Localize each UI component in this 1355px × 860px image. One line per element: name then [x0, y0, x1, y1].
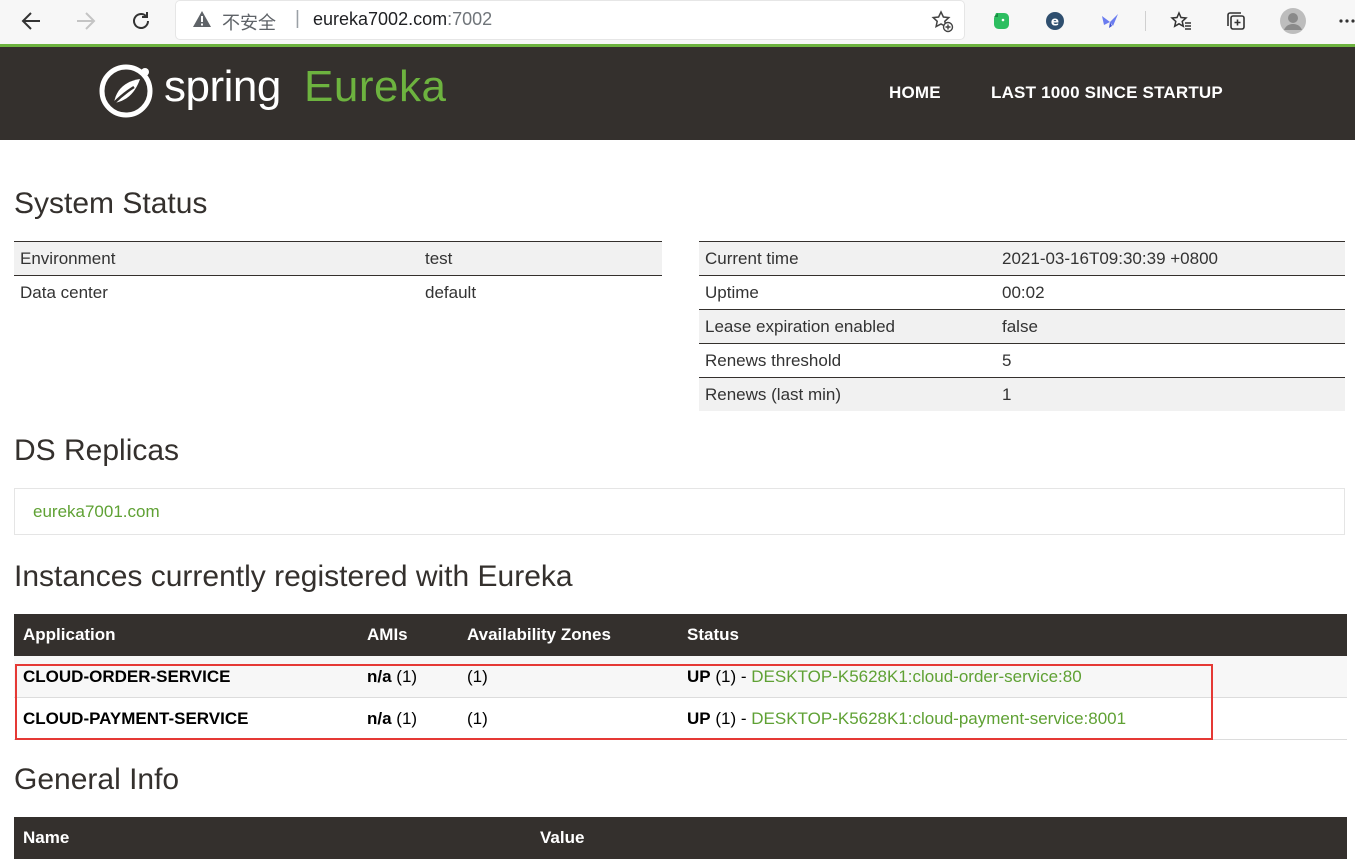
system-status-right-table: Current time 2021-03-16T09:30:39 +0800 U… [699, 241, 1345, 411]
extension-bird-icon[interactable] [1096, 7, 1124, 35]
back-arrow-icon[interactable] [16, 6, 46, 36]
column-header-amis: AMIs [358, 614, 458, 656]
status-value: test [419, 241, 662, 276]
nav-last1000-link[interactable]: LAST 1000 SINCE STARTUP [991, 83, 1223, 103]
status-value: 5 [996, 343, 1345, 378]
column-header-application: Application [14, 614, 358, 656]
general-info-header-row: Name Value [14, 817, 1347, 859]
replica-link[interactable]: eureka7001.com [33, 502, 160, 522]
logo-eureka-text[interactable]: Eureka [304, 62, 446, 112]
column-header-value: Value [531, 817, 1347, 859]
column-header-name: Name [14, 817, 531, 859]
general-info-table: Name Value [14, 817, 1347, 859]
url-host: eureka7002.com [313, 9, 448, 29]
url-port: :7002 [447, 9, 493, 29]
column-header-status: Status [678, 614, 1347, 656]
url-separator: | [295, 8, 300, 29]
instances-header-row: Application AMIs Availability Zones Stat… [14, 614, 1347, 656]
annotation-highlight-box [15, 664, 1213, 740]
nav-home-link[interactable]: HOME [889, 83, 941, 103]
status-row-environment: Environment test [14, 241, 662, 276]
eureka-navbar: spring Eureka HOME LAST 1000 SINCE START… [0, 47, 1355, 140]
spring-leaf-logo-icon[interactable] [98, 63, 154, 124]
address-bar[interactable]: 不安全 | eureka7002.com:7002 [176, 1, 964, 39]
status-key: Renews threshold [699, 343, 996, 378]
status-row-renews-last-min: Renews (last min) 1 [699, 377, 1345, 411]
general-info-heading: General Info [14, 763, 180, 796]
ds-replicas-heading: DS Replicas [14, 434, 180, 467]
browser-toolbar: 不安全 | eureka7002.com:7002 e [0, 0, 1355, 44]
status-row-uptime: Uptime 00:02 [699, 275, 1345, 310]
toolbar-divider [1145, 11, 1146, 31]
svg-text:e: e [1051, 15, 1059, 29]
status-value: false [996, 309, 1345, 344]
evernote-extension-icon[interactable] [987, 7, 1015, 35]
reload-icon[interactable] [126, 6, 156, 36]
column-header-availability-zones: Availability Zones [458, 614, 678, 656]
url-text[interactable]: eureka7002.com:7002 [313, 9, 492, 30]
status-key: Lease expiration enabled [699, 309, 996, 344]
status-value: 00:02 [996, 275, 1345, 310]
status-value: 2021-03-16T09:30:39 +0800 [996, 241, 1345, 276]
system-status-left-table: Environment test Data center default [14, 241, 662, 309]
collections-icon[interactable] [1222, 7, 1250, 35]
status-row-datacenter: Data center default [14, 275, 662, 309]
status-key: Current time [699, 241, 996, 276]
status-value: default [419, 275, 662, 309]
profile-avatar-icon[interactable] [1279, 7, 1307, 35]
extension-e-icon[interactable]: e [1041, 7, 1069, 35]
status-value: 1 [996, 377, 1345, 411]
status-row-lease-expiration: Lease expiration enabled false [699, 309, 1345, 344]
add-favorite-icon[interactable] [930, 9, 954, 38]
favorites-icon[interactable] [1167, 7, 1195, 35]
status-key: Uptime [699, 275, 996, 310]
status-key: Data center [14, 275, 419, 309]
status-key: Renews (last min) [699, 377, 996, 411]
forward-arrow-icon[interactable] [71, 6, 101, 36]
logo-spring-text[interactable]: spring [164, 62, 281, 112]
ds-replicas-list: eureka7001.com [14, 488, 1345, 535]
insecure-label: 不安全 [222, 13, 276, 33]
system-status-heading: System Status [14, 187, 208, 220]
status-row-current-time: Current time 2021-03-16T09:30:39 +0800 [699, 241, 1345, 276]
status-key: Environment [14, 241, 419, 276]
more-menu-icon[interactable] [1333, 7, 1355, 35]
status-row-renews-threshold: Renews threshold 5 [699, 343, 1345, 378]
warning-icon[interactable] [192, 9, 212, 34]
instances-heading: Instances currently registered with Eure… [14, 560, 573, 593]
